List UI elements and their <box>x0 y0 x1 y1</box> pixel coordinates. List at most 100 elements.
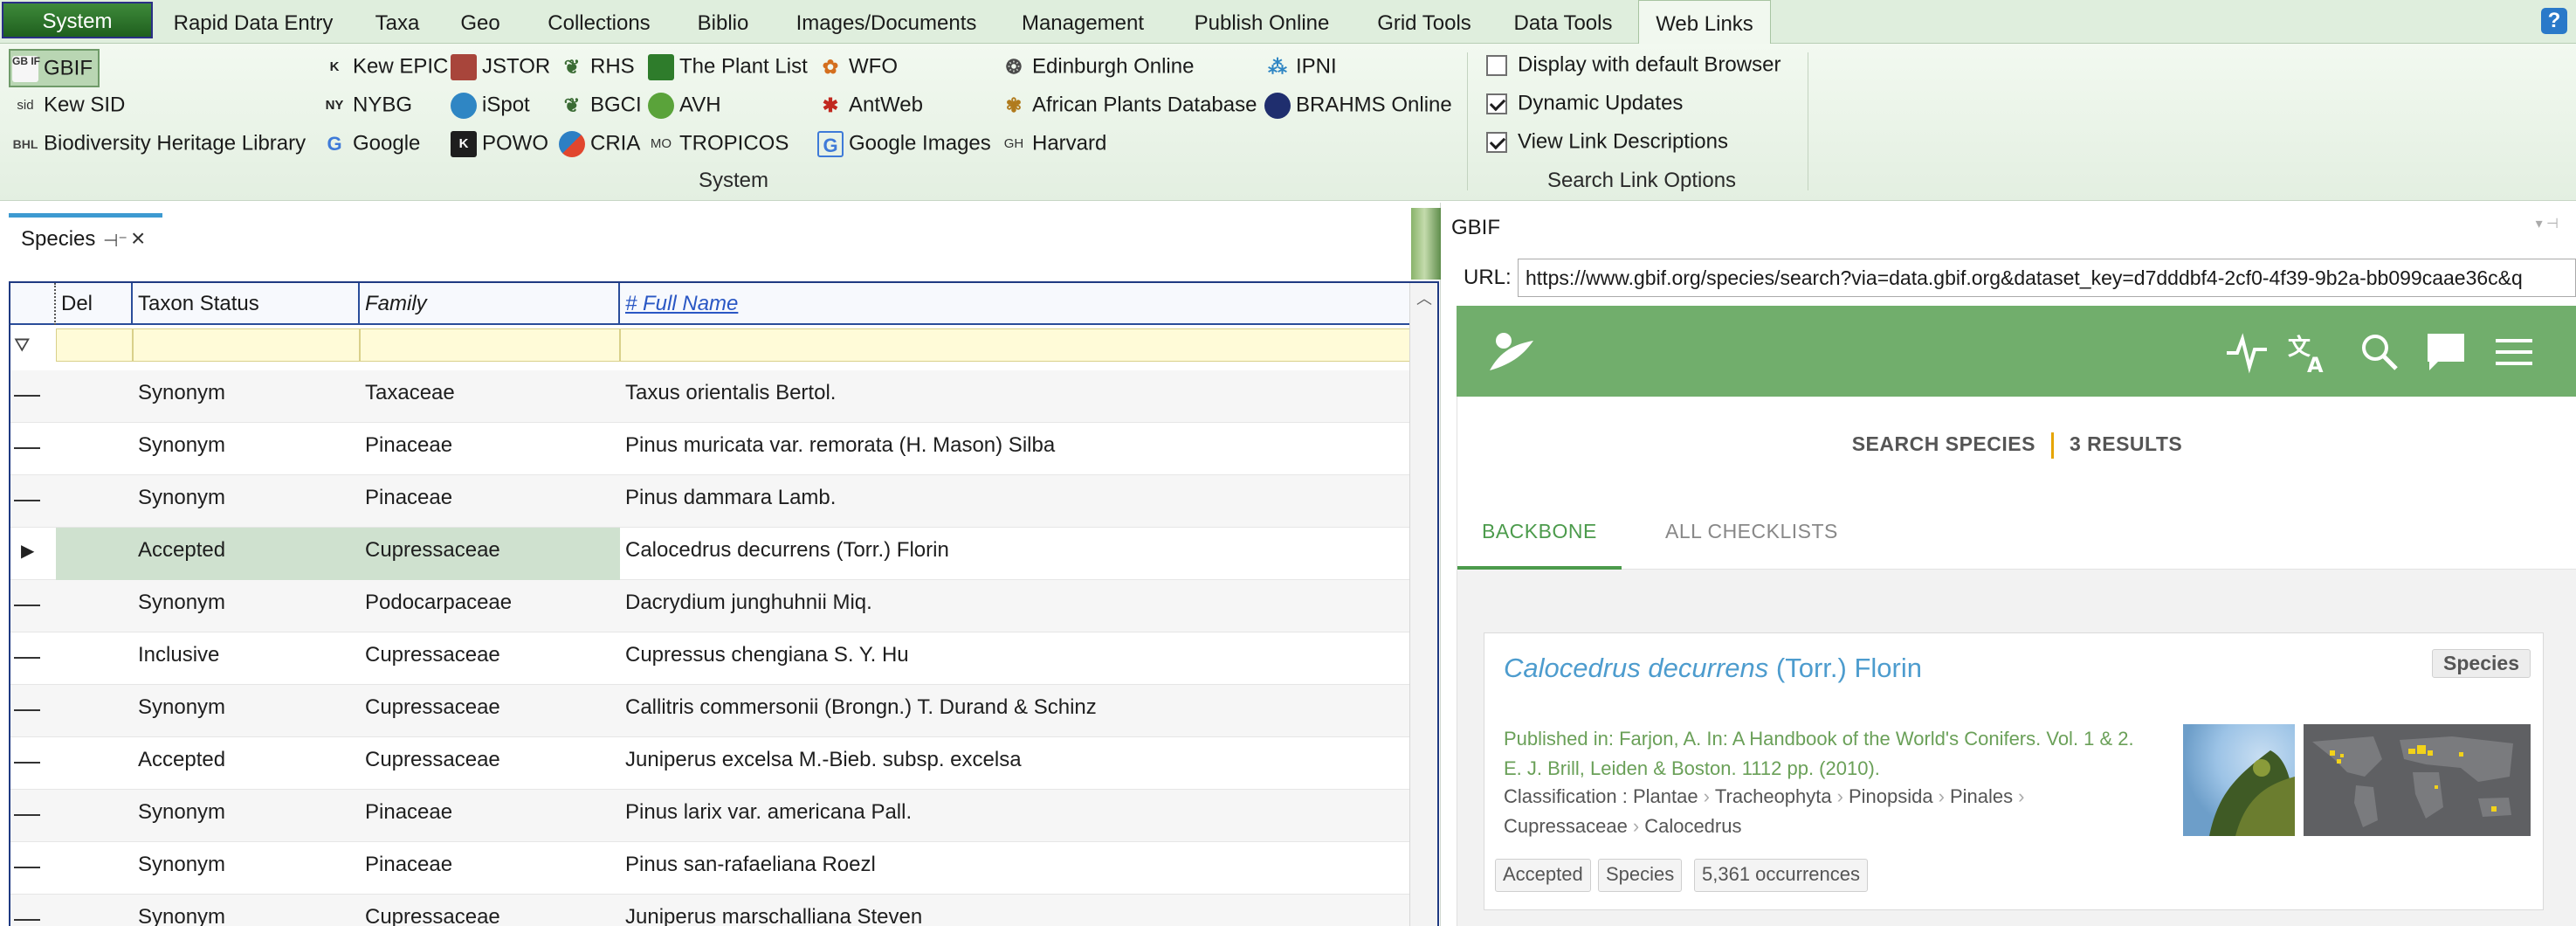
gbif-link-button[interactable]: GB IF GBIF <box>9 49 100 87</box>
row-indicator[interactable] <box>14 919 40 921</box>
tropicos-link-button[interactable]: MO TROPICOS <box>648 126 789 161</box>
tab-collections[interactable]: Collections <box>536 0 662 44</box>
tab-web-links[interactable]: Web Links <box>1638 0 1771 45</box>
column-header-taxon-status[interactable]: Taxon Status <box>133 283 360 325</box>
nybg-link-button[interactable]: NY NYBG <box>321 87 412 122</box>
rhs-link-button[interactable]: ❦ RHS <box>559 49 635 84</box>
taxon-cupressaceae[interactable]: Cupressaceae <box>1504 815 1628 837</box>
column-header-del[interactable]: Del <box>56 283 133 325</box>
row-indicator[interactable] <box>14 447 40 449</box>
cell-full-name[interactable]: Pinus san-rafaeliana Roezl <box>620 842 1413 895</box>
tab-images-documents[interactable]: Images/Documents <box>786 0 987 44</box>
cria-link-button[interactable]: CRIA <box>559 126 640 161</box>
table-row[interactable]: Synonym Podocarpaceae Dacrydium junghuhnii… <box>10 580 1413 632</box>
taxon-pinopsida[interactable]: Pinopsida <box>1849 785 1933 807</box>
cell-family[interactable]: Cupressaceae <box>360 632 620 685</box>
panel-menu-icon[interactable]: ▾ ⊣ <box>2536 215 2559 232</box>
edinburgh-link-button[interactable]: ❂ Edinburgh Online <box>1001 49 1195 84</box>
row-indicator[interactable] <box>14 709 40 711</box>
cell-full-name[interactable]: Juniperus marschalliana Steven <box>620 895 1413 926</box>
species-photo-thumbnail[interactable] <box>2183 724 2295 836</box>
url-input[interactable]: https://www.gbif.org/species/search?via=… <box>1518 259 2576 297</box>
table-row[interactable]: Inclusive Cupressaceae Cupressus chengiana… <box>10 632 1413 685</box>
cell-full-name[interactable]: Cupressus chengiana S. Y. Hu <box>620 632 1413 685</box>
ipni-link-button[interactable]: ⁂ IPNI <box>1264 49 1337 84</box>
cell-del[interactable] <box>56 842 133 895</box>
row-indicator[interactable] <box>14 762 40 764</box>
cell-del[interactable] <box>56 895 133 926</box>
table-row[interactable]: Synonym Cupressaceae Callitris commersonii… <box>10 685 1413 737</box>
search-icon[interactable] <box>2356 328 2403 376</box>
filter-cell-del[interactable] <box>56 328 133 362</box>
cell-del[interactable] <box>56 475 133 528</box>
cell-family[interactable]: Pinaceae <box>360 790 620 842</box>
feedback-icon[interactable] <box>2422 328 2469 376</box>
display-default-browser-checkbox[interactable]: Display with default Browser <box>1486 47 1780 82</box>
cell-taxon-status[interactable]: Accepted <box>133 528 360 580</box>
view-link-descriptions-checkbox[interactable]: View Link Descriptions <box>1486 124 1728 159</box>
cell-family[interactable]: Pinaceae <box>360 842 620 895</box>
tab-rapid-data-entry[interactable]: Rapid Data Entry <box>166 0 341 44</box>
cell-taxon-status[interactable]: Synonym <box>133 370 360 423</box>
dynamic-updates-checkbox[interactable]: Dynamic Updates <box>1486 86 1683 121</box>
cell-full-name[interactable]: Pinus dammara Lamb. <box>620 475 1413 528</box>
google-images-link-button[interactable]: G Google Images <box>817 126 991 161</box>
tab-all-checklists[interactable]: ALL CHECKLISTS <box>1641 491 1863 570</box>
jstor-link-button[interactable]: JSTOR <box>451 49 550 84</box>
column-header-family[interactable]: Family <box>360 283 620 325</box>
activity-icon[interactable] <box>2223 328 2270 376</box>
filter-cell-family[interactable] <box>360 328 620 362</box>
cell-del[interactable] <box>56 685 133 737</box>
cell-full-name[interactable]: Callitris commersonii (Brongn.) T. Duran… <box>620 685 1413 737</box>
tab-system[interactable]: System <box>2 2 153 38</box>
cell-taxon-status[interactable]: Synonym <box>133 790 360 842</box>
menu-icon[interactable] <box>2490 328 2538 376</box>
tab-geo[interactable]: Geo <box>454 0 506 44</box>
cell-taxon-status[interactable]: Inclusive <box>133 632 360 685</box>
table-row[interactable]: Synonym Taxaceae Taxus orientalis Bertol. <box>10 370 1413 423</box>
cell-taxon-status[interactable]: Accepted <box>133 737 360 790</box>
taxon-tracheophyta[interactable]: Tracheophyta <box>1715 785 1832 807</box>
table-row[interactable]: Synonym Pinaceae Pinus dammara Lamb. <box>10 475 1413 528</box>
avh-link-button[interactable]: AVH <box>648 87 721 122</box>
powo-link-button[interactable]: K POWO <box>451 126 548 161</box>
cell-full-name[interactable]: Juniperus excelsa M.-Bieb. subsp. excels… <box>620 737 1413 790</box>
cell-del[interactable] <box>56 370 133 423</box>
column-header-full-name[interactable]: # Full Name <box>620 283 1413 325</box>
plant-list-link-button[interactable]: The Plant List <box>648 49 808 84</box>
translate-icon[interactable]: 文 A <box>2286 328 2333 376</box>
tab-grid-tools[interactable]: Grid Tools <box>1367 0 1481 44</box>
tab-biblio[interactable]: Biblio <box>686 0 760 44</box>
row-indicator[interactable] <box>14 500 40 501</box>
cell-full-name[interactable]: Pinus larix var. americana Pall. <box>620 790 1413 842</box>
cell-taxon-status[interactable]: Synonym <box>133 580 360 632</box>
tab-backbone[interactable]: BACKBONE <box>1457 491 1622 570</box>
tab-publish-online[interactable]: Publish Online <box>1179 0 1345 44</box>
taxon-calocedrus[interactable]: Calocedrus <box>1644 815 1741 837</box>
cell-family[interactable]: Cupressaceae <box>360 528 620 580</box>
kew-sid-link-button[interactable]: sid Kew SID <box>12 87 125 122</box>
table-row[interactable]: Accepted Cupressaceae Juniperus excelsa M.… <box>10 737 1413 790</box>
google-link-button[interactable]: G Google <box>321 126 420 161</box>
cell-del[interactable] <box>56 632 133 685</box>
taxon-pinales[interactable]: Pinales <box>1950 785 2013 807</box>
table-row[interactable]: Synonym Pinaceae Pinus larix var. american… <box>10 790 1413 842</box>
bgci-link-button[interactable]: ❦ BGCI <box>559 87 642 122</box>
cell-taxon-status[interactable]: Synonym <box>133 685 360 737</box>
cell-del[interactable] <box>56 528 133 580</box>
table-row[interactable]: Synonym Cupressaceae Juniperus marschallia… <box>10 895 1413 926</box>
filter-icon[interactable]: ⛛ <box>14 334 30 356</box>
grid-vertical-scrollbar[interactable]: ︿ <box>1409 283 1437 926</box>
filter-cell-taxon-status[interactable] <box>133 328 360 362</box>
bhl-link-button[interactable]: BHL Biodiversity Heritage Library <box>12 126 307 161</box>
cell-family[interactable]: Cupressaceae <box>360 737 620 790</box>
ispot-link-button[interactable]: iSpot <box>451 87 530 122</box>
row-indicator[interactable] <box>14 867 40 868</box>
row-indicator[interactable] <box>14 814 40 816</box>
row-indicator[interactable] <box>14 657 40 659</box>
cell-family[interactable]: Cupressaceae <box>360 685 620 737</box>
cell-del[interactable] <box>56 580 133 632</box>
row-indicator[interactable] <box>14 605 40 606</box>
cell-taxon-status[interactable]: Synonym <box>133 475 360 528</box>
cell-taxon-status[interactable]: Synonym <box>133 895 360 926</box>
